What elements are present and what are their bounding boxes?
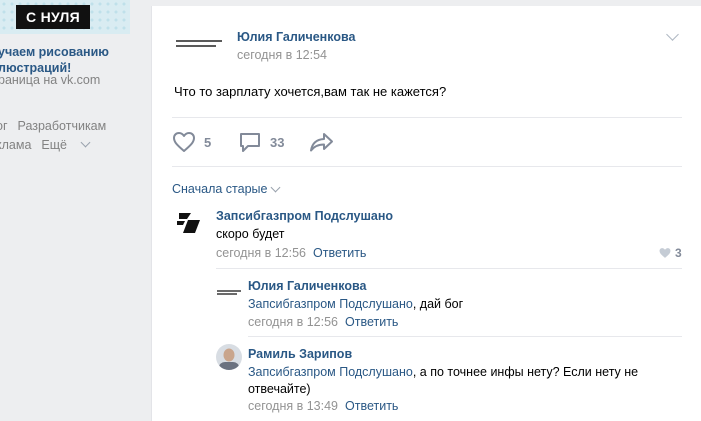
- comment-meta: сегодня в 13:49 Ответить: [248, 399, 398, 413]
- comment-text: скоро будет: [216, 227, 285, 241]
- chevron-down-icon: [271, 182, 281, 193]
- ad-title[interactable]: учаем рисованию люстраций!: [0, 44, 138, 76]
- share-icon: [310, 133, 333, 152]
- footer-link-more[interactable]: Ещё: [41, 137, 91, 152]
- comment-body: , дай бог: [412, 297, 464, 311]
- post-text: Что то зарплату хочется,вам так не кажет…: [174, 84, 447, 99]
- share-button[interactable]: [309, 130, 335, 154]
- comment-body: , а по точнее инфы нету? Если нету не: [412, 365, 639, 379]
- heart-icon: [173, 132, 195, 152]
- comment-mention[interactable]: Запсибгазпром Подслушано: [248, 297, 413, 311]
- ad-banner-image[interactable]: С НУЛЯ: [0, 0, 130, 34]
- like-button[interactable]: 5: [172, 130, 211, 154]
- comment-author-name[interactable]: Запсибгазпром Подслушано: [216, 209, 393, 223]
- comment-meta: сегодня в 12:56 Ответить: [216, 246, 366, 260]
- reply-button[interactable]: Ответить: [345, 399, 398, 413]
- divider: [248, 336, 682, 337]
- chevron-down-icon: [80, 137, 91, 148]
- comments-sort-label: Сначала старые: [172, 182, 268, 196]
- ad-title-line1[interactable]: учаем рисованию: [0, 44, 138, 60]
- footer-link-developers[interactable]: Разработчикам: [18, 119, 107, 133]
- reply-button[interactable]: Ответить: [345, 315, 398, 329]
- comment-meta: сегодня в 12:56 Ответить: [248, 315, 398, 329]
- post-author-avatar[interactable]: [174, 28, 224, 56]
- comment-author-avatar[interactable]: [216, 283, 242, 299]
- post-card: Юлия Галиченкова сегодня в 12:54 Что то …: [151, 6, 701, 421]
- comment-timestamp[interactable]: сегодня в 12:56: [248, 315, 338, 329]
- ad-subtitle: раница на vk.com: [0, 73, 101, 87]
- comment-icon: [240, 133, 260, 152]
- comment-text: Запсибгазпром Подслушано, а по точнее ин…: [248, 364, 638, 398]
- comment-author-name[interactable]: Рамиль Зарипов: [248, 347, 352, 361]
- comment-text: Запсибгазпром Подслушано, дай бог: [248, 296, 463, 313]
- post-timestamp[interactable]: сегодня в 12:54: [237, 48, 327, 62]
- like-count: 5: [204, 134, 212, 150]
- comment-button[interactable]: 33: [238, 130, 284, 154]
- reply-button[interactable]: Ответить: [313, 246, 366, 260]
- comment-like-count: 3: [675, 246, 682, 260]
- comment-author-avatar[interactable]: [216, 344, 242, 370]
- post-author-name[interactable]: Юлия Галиченкова: [237, 30, 355, 44]
- footer-link-more-label: Ещё: [41, 138, 67, 152]
- comment-count: 33: [270, 134, 285, 150]
- divider: [216, 268, 682, 269]
- comment-author-avatar[interactable]: [174, 209, 204, 235]
- comment-mention[interactable]: Запсибгазпром Подслушано: [248, 365, 413, 379]
- left-sidebar: С НУЛЯ учаем рисованию люстраций! раница…: [0, 0, 140, 421]
- divider: [172, 117, 682, 118]
- comment-like-button[interactable]: 3: [658, 246, 682, 260]
- ad-badge: С НУЛЯ: [16, 5, 90, 29]
- footer-link-ads[interactable]: клама: [0, 138, 31, 152]
- comment-timestamp[interactable]: сегодня в 13:49: [248, 399, 338, 413]
- footer-link-blog[interactable]: ог: [0, 119, 8, 133]
- chevron-down-icon[interactable]: [666, 28, 679, 41]
- divider: [172, 166, 682, 167]
- heart-icon: [659, 248, 671, 258]
- footer-links: ог Разработчикам клама Ещё: [0, 117, 116, 155]
- comment-body-line2: отвечайте): [248, 382, 311, 396]
- comments-sort-toggle[interactable]: Сначала старые: [172, 182, 281, 196]
- comment-author-name[interactable]: Юлия Галиченкова: [248, 279, 366, 293]
- comment-timestamp[interactable]: сегодня в 12:56: [216, 246, 306, 260]
